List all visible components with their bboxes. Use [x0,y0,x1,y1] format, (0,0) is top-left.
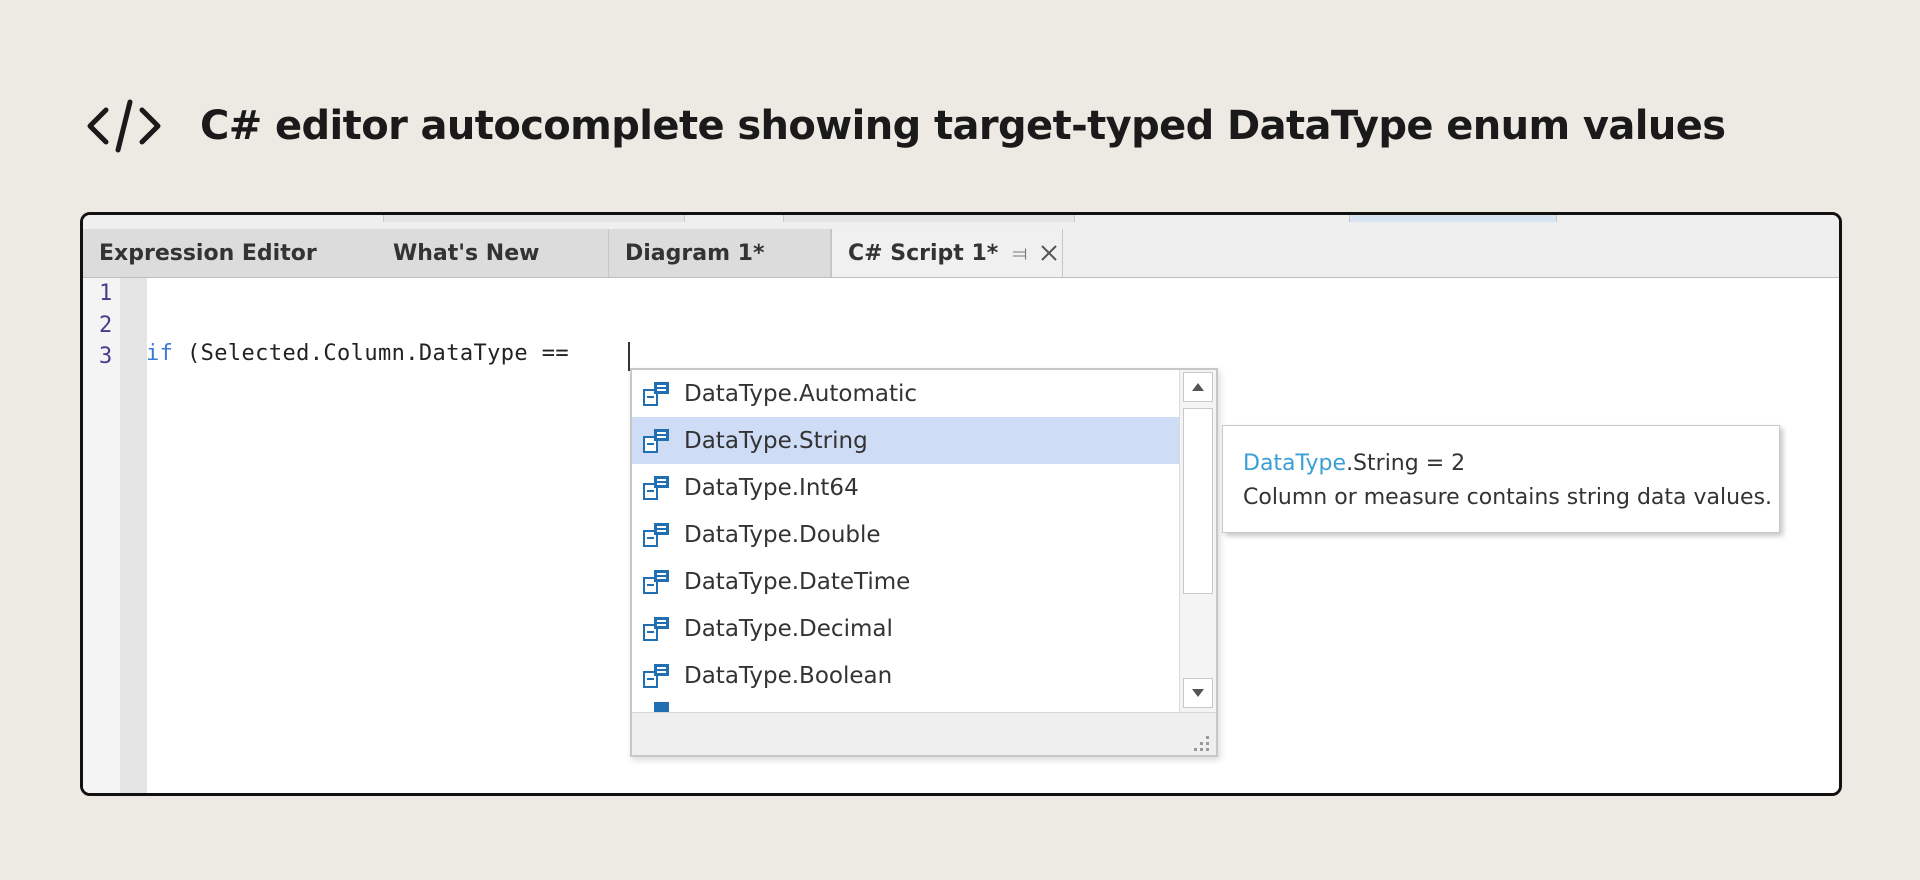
autocomplete-item[interactable]: DataType.Decimal [632,605,1182,652]
autocomplete-item-selected[interactable]: DataType.String [632,417,1182,464]
close-icon[interactable] [1039,243,1059,263]
autocomplete-item-label: DataType.Int64 [684,474,859,501]
tab-label: Expression Editor [99,240,317,266]
code-line[interactable]: if (Selected.Column.DataType == [146,341,583,366]
text-caret [628,342,630,371]
tooltip-description: Column or measure contains string data v… [1243,485,1773,510]
autocomplete-item-label: DataType.Boolean [684,662,893,689]
enum-member-icon [643,428,669,453]
line-number: 1 [99,281,113,306]
enum-member-icon [643,569,669,594]
autocomplete-item-label: DataType.Automatic [684,380,918,407]
enum-member-icon [643,616,669,641]
tab-csharp-script-1[interactable]: C# Script 1* ⫤ [831,229,1063,277]
document-tab-strip: Expression Editor What's New Diagram 1* … [83,215,1839,277]
tooltip-signature: DataType.String = 2 [1243,447,1779,481]
autocomplete-item[interactable]: DataType.Boolean [632,652,1182,699]
enum-member-icon [643,381,669,406]
tab-label: What's New [393,240,540,266]
autocomplete-popup[interactable]: DataType.Automatic DataType.String DataT… [630,368,1218,757]
tab-strip-edge [783,215,1075,222]
scrollbar-thumb[interactable] [1183,408,1213,594]
chevron-down-icon [1192,689,1204,697]
autocomplete-item-label: DataType.DateTime [684,568,911,595]
chevron-up-icon [1192,383,1204,391]
tab-whats-new[interactable]: What's New [377,229,609,277]
page-title: C# editor autocomplete showing target-ty… [200,103,1726,149]
code-icon [87,99,161,153]
page-header: C# editor autocomplete showing target-ty… [86,96,1726,156]
tab-strip-edge [383,215,685,222]
tab-label: Diagram 1* [625,240,765,266]
resize-grip-icon[interactable] [1190,732,1212,754]
enum-member-icon [654,702,669,712]
line-number: 3 [99,344,113,369]
enum-member-icon [643,475,669,500]
line-number: 2 [99,313,113,338]
tab-label: C# Script 1* [848,240,999,266]
autocomplete-item-partial[interactable] [632,699,1182,712]
autocomplete-item-label: DataType.Decimal [684,615,893,642]
member-info-tooltip: DataType.String = 2 Column or measure co… [1222,425,1780,533]
autocomplete-item[interactable]: DataType.Automatic [632,370,1182,417]
tooltip-member: .String = 2 [1346,451,1466,476]
tab-expression-editor[interactable]: Expression Editor [83,229,383,277]
autocomplete-item-label: DataType.Double [684,521,881,548]
code-keyword: if [146,341,174,366]
editor-margin [120,278,147,793]
code-text: (Selected.Column.DataType == [173,341,583,366]
autocomplete-item[interactable]: DataType.DateTime [632,558,1182,605]
autocomplete-item-label: DataType.String [684,427,868,454]
tooltip-type-name: DataType [1243,451,1347,476]
tab-strip-edge [1349,215,1557,222]
enum-member-icon [643,663,669,688]
autocomplete-item[interactable]: DataType.Int64 [632,464,1182,511]
pin-icon[interactable]: ⫤ [1012,241,1027,265]
autocomplete-scrollbar[interactable] [1179,370,1216,712]
scroll-down-button[interactable] [1183,678,1213,708]
enum-member-icon [643,522,669,547]
scroll-up-button[interactable] [1183,372,1213,402]
tab-diagram-1[interactable]: Diagram 1* [609,229,831,277]
autocomplete-footer [632,712,1216,755]
autocomplete-item[interactable]: DataType.Double [632,511,1182,558]
autocomplete-list[interactable]: DataType.Automatic DataType.String DataT… [632,370,1182,712]
